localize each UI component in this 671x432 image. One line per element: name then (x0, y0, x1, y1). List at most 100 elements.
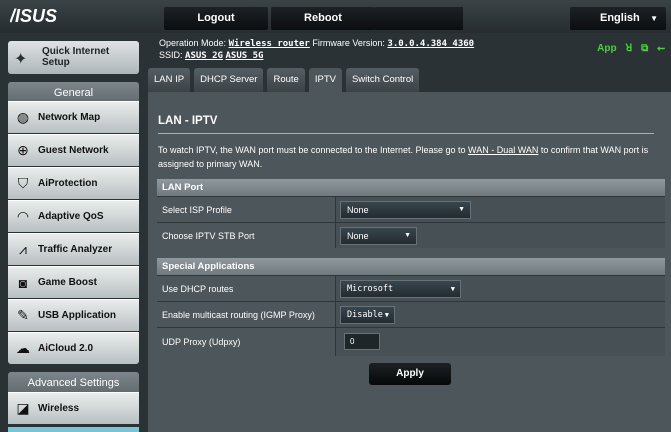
sidebar-item-label: AiCloud 2.0 (38, 343, 94, 354)
sidebar-item-label: AiProtection (38, 178, 98, 189)
apply-button[interactable]: Apply (369, 363, 451, 385)
table-row: Enable multicast routing (IGMP Proxy) Di… (157, 301, 665, 327)
chevron-down-icon: ▼ (458, 206, 465, 213)
wifi-icon: ◪ (16, 400, 30, 416)
stb-port-label: Choose IPTV STB Port (157, 223, 336, 248)
chevron-down-icon: ▼ (404, 232, 411, 239)
lock-icon: ⛉ (17, 175, 29, 191)
usb-icon: ✎ (17, 307, 29, 323)
multicast-label: Enable multicast routing (IGMP Proxy) (157, 302, 336, 327)
opmode-label: Operation Mode: (159, 38, 227, 48)
tab-dhcp-server[interactable]: DHCP Server (194, 68, 264, 92)
dhcp-routes-select[interactable]: Microsoft ▼ (340, 280, 461, 298)
sidebar-item-aicloud[interactable]: ☁ AiCloud 2.0 (8, 332, 139, 364)
isp-profile-select[interactable]: None ▼ (340, 201, 471, 219)
top-bar-filler (375, 7, 463, 30)
chevron-down-icon: ▼ (450, 285, 455, 293)
sidebar-item-aiprotection[interactable]: ⛉ AiProtection (8, 167, 139, 199)
sidebar-item-label: Game Boost (38, 277, 97, 288)
udpxy-input[interactable]: 0 (344, 333, 380, 350)
tab-route[interactable]: Route (267, 68, 305, 92)
chevron-down-icon: ▼ (650, 14, 658, 23)
guest-globe-icon: ⊕ (17, 142, 29, 158)
lan-port-table: LAN Port Select ISP Profile None ▼ Choos… (157, 179, 665, 248)
users-icon[interactable]: ꓤ (625, 43, 632, 54)
udpxy-cell: 0 (336, 328, 665, 356)
sidebar-item-usb-application[interactable]: ✎ USB Application (8, 299, 139, 331)
sidebar-item-network-map[interactable]: ◍ Network Map (8, 101, 139, 133)
logout-button[interactable]: Logout (164, 7, 268, 30)
sidebar-item-traffic-analyzer[interactable]: ⩘ Traffic Analyzer (8, 233, 139, 265)
ssid-label: SSID: (159, 50, 183, 60)
dhcp-routes-cell: Microsoft ▼ (336, 276, 665, 301)
ssid-5g-link[interactable]: ASUS_5G (225, 51, 263, 61)
status-icons: App ꓤ ⧉ ⭠ (591, 43, 665, 54)
page-description: To watch IPTV, the WAN port must be conn… (158, 143, 663, 171)
quick-internet-setup-button[interactable]: ✦ Quick Internet Setup (8, 41, 139, 74)
ssid-2g-link[interactable]: ASUS_2G (185, 51, 223, 61)
desc-text-1: To watch IPTV, the WAN port must be conn… (158, 145, 466, 155)
cloud-icon: ☁ (16, 340, 30, 356)
sidebar-item-label: Wireless (38, 403, 80, 414)
sidebar-item-game-boost[interactable]: ◙ Game Boost (8, 266, 139, 298)
tab-lan-ip[interactable]: LAN IP (148, 68, 191, 92)
sidebar-item-label: Network Map (38, 112, 101, 123)
stb-port-select[interactable]: None ▼ (340, 227, 417, 245)
firmware-link[interactable]: 3.0.0.4.384_4360 (387, 39, 474, 49)
sidebar-item-wireless[interactable]: ◪ Wireless (8, 392, 139, 424)
table-row: Choose IPTV STB Port None ▼ (157, 222, 665, 248)
sidebar: ✦ Quick Internet Setup General ◍ Network… (0, 33, 140, 432)
reboot-button[interactable]: Reboot (271, 7, 375, 30)
wand-icon: ✦ (14, 51, 28, 68)
dhcp-routes-label: Use DHCP routes (157, 276, 336, 301)
multicast-select[interactable]: Disable ▼ (340, 306, 395, 324)
udpxy-label: UDP Proxy (Udpxy) (157, 328, 336, 356)
main-content: Operation Mode: Wireless router Firmware… (148, 33, 671, 432)
chart-icon: ⩘ (19, 241, 27, 257)
tab-switch-control[interactable]: Switch Control (345, 68, 420, 92)
sidebar-item-label: Adaptive QoS (38, 211, 104, 222)
table-row: Use DHCP routes Microsoft ▼ (157, 275, 665, 301)
sidebar-item-label: USB Application (38, 310, 116, 321)
table-row: UDP Proxy (Udpxy) 0 (157, 327, 665, 356)
isp-profile-label: Select ISP Profile (157, 197, 336, 222)
sidebar-item-guest-network[interactable]: ⊕ Guest Network (8, 134, 139, 166)
gauge-icon: ◠ (16, 208, 30, 224)
status-info: Operation Mode: Wireless router Firmware… (159, 38, 474, 62)
usb-status-icon[interactable]: ⭠ (657, 43, 665, 54)
wan-dual-wan-link[interactable]: WAN - Dual WAN (468, 145, 538, 155)
page-title: LAN - IPTV (158, 115, 218, 127)
stb-port-cell: None ▼ (336, 223, 665, 248)
copy-icon[interactable]: ⧉ (641, 43, 648, 54)
top-bar: /ISUS Logout Reboot English ▼ (0, 0, 671, 33)
lan-port-header: LAN Port (157, 179, 665, 196)
quick-setup-label: Quick Internet Setup (42, 46, 109, 68)
tab-bar: LAN IP DHCP Server Route IPTV Switch Con… (148, 68, 423, 92)
sidebar-item-adaptive-qos[interactable]: ◠ Adaptive QoS (8, 200, 139, 232)
sidebar-item-label: Guest Network (38, 145, 109, 156)
iptv-panel: LAN - IPTV To watch IPTV, the WAN port m… (148, 92, 671, 432)
logo-text: /ISUS (10, 6, 57, 26)
quick-setup-line2: Setup (42, 57, 70, 68)
title-divider (158, 133, 654, 134)
quick-setup-line1: Quick Internet (42, 46, 110, 57)
gamepad-icon: ◙ (18, 274, 28, 291)
stb-port-value: None (347, 231, 369, 241)
table-row: Select ISP Profile None ▼ (157, 196, 665, 222)
multicast-cell: Disable ▼ (336, 302, 665, 327)
sidebar-item-label: Traffic Analyzer (38, 244, 113, 255)
opmode-link[interactable]: Wireless router (229, 39, 310, 49)
dhcp-routes-value: Microsoft (347, 284, 394, 294)
isp-profile-cell: None ▼ (336, 197, 665, 222)
special-apps-header: Special Applications (157, 258, 665, 275)
sidebar-next-item-edge (8, 427, 139, 432)
app-link[interactable]: App (597, 43, 616, 54)
tab-iptv[interactable]: IPTV (308, 68, 342, 92)
language-select[interactable]: English ▼ (570, 7, 666, 30)
firmware-label: Firmware Version: (312, 38, 385, 48)
asus-logo: /ISUS (10, 6, 57, 26)
multicast-value: Disable (347, 310, 383, 320)
language-label: English (600, 12, 640, 24)
isp-profile-value: None (347, 205, 369, 215)
chevron-down-icon: ▼ (384, 311, 389, 319)
